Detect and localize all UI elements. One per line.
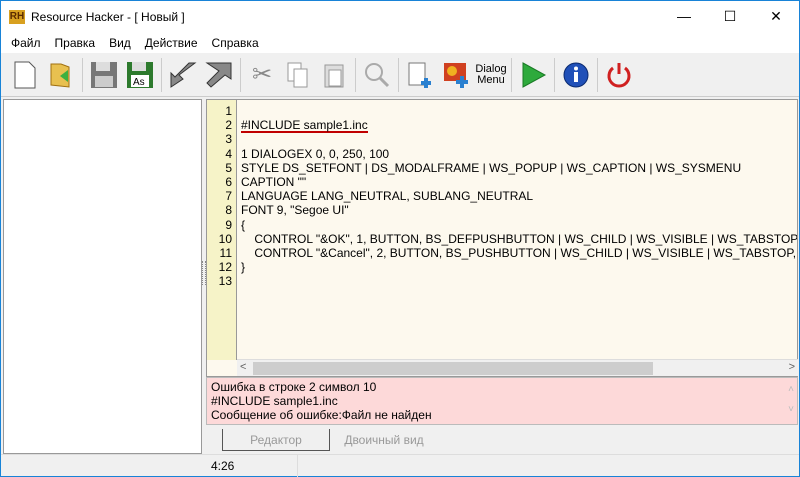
copy-icon[interactable]	[280, 57, 316, 93]
menu-edit[interactable]: Правка	[48, 36, 103, 50]
line-number: 9	[225, 217, 232, 232]
line-number-gutter: 1 2 3 4 5 6 7 8 9 10 11 12 13	[207, 100, 237, 360]
info-icon[interactable]	[558, 57, 594, 93]
code-line: FONT 9, "Segoe UI"	[241, 203, 797, 217]
menu-help[interactable]: Справка	[205, 36, 266, 50]
horizontal-scrollbar[interactable]: < >	[237, 359, 798, 376]
paste-icon[interactable]	[316, 57, 352, 93]
export-arrow-icon[interactable]	[201, 57, 237, 93]
code-line-text: FONT 9, "Segoe UI"	[241, 203, 349, 218]
menu-bar: Файл Правка Вид Действие Справка	[1, 33, 799, 53]
code-line-text: }	[241, 260, 246, 275]
error-source-line: #INCLUDE sample1.inc	[211, 394, 338, 408]
compile-run-icon[interactable]	[515, 57, 551, 93]
import-arrow-icon[interactable]	[165, 57, 201, 93]
scroll-left-icon[interactable]: <	[240, 361, 246, 373]
tab-editor[interactable]: Редактор	[222, 429, 330, 451]
line-number: 7	[225, 189, 232, 204]
minimize-button[interactable]: —	[661, 1, 707, 31]
code-line-text: {	[241, 217, 246, 232]
code-line-text: LANGUAGE LANG_NEUTRAL, SUBLANG_NEUTRAL	[241, 189, 534, 204]
scroll-right-icon[interactable]: >	[789, 361, 795, 373]
error-panel: Ошибка в строке 2 символ 10 #INCLUDE sam…	[206, 377, 798, 425]
code-line: CONTROL "&Cancel", 2, BUTTON, BS_PUSHBUT…	[241, 246, 797, 260]
close-button[interactable]: ✕	[753, 1, 799, 31]
code-line-text: CONTROL "&Cancel", 2, BUTTON, BS_PUSHBUT…	[241, 245, 797, 260]
add-blank-resource-icon[interactable]	[402, 57, 438, 93]
maximize-button[interactable]: ☐	[707, 1, 753, 31]
line-number: 8	[225, 203, 232, 218]
code-line: CONTROL "&OK", 1, BUTTON, BS_DEFPUSHBUTT…	[241, 232, 797, 246]
code-line-text: STYLE DS_SETFONT | DS_MODALFRAME | WS_PO…	[241, 160, 742, 175]
cursor-position: 4:26	[211, 459, 235, 473]
code-line: CAPTION ""	[241, 175, 797, 189]
line-number: 10	[218, 231, 232, 246]
code-editor[interactable]: 1 2 3 4 5 6 7 8 9 10 11 12 13 #INCLUDE sample1.inc 1 …	[206, 99, 798, 377]
tab-binary-view[interactable]: Двоичный вид	[336, 429, 432, 451]
error-underlined-text: #INCLUDE sample1.inc	[241, 118, 368, 134]
line-number: 6	[225, 175, 232, 190]
add-image-resource-icon[interactable]	[438, 57, 474, 93]
menu-view[interactable]: Вид	[102, 36, 138, 50]
title-bar: RH Resource Hacker - [ Новый ] — ☐ ✕	[1, 1, 799, 33]
code-line-text: 1 DIALOGEX 0, 0, 250, 100	[241, 146, 390, 161]
line-number: 12	[218, 260, 232, 275]
code-line: #INCLUDE sample1.inc	[241, 118, 797, 134]
code-line: 1 DIALOGEX 0, 0, 250, 100	[241, 147, 797, 161]
code-line: LANGUAGE LANG_NEUTRAL, SUBLANG_NEUTRAL	[241, 189, 797, 203]
line-number: 2	[225, 118, 232, 133]
cut-icon[interactable]: ✂	[244, 57, 280, 93]
code-line: {	[241, 218, 797, 232]
save-icon[interactable]	[86, 57, 122, 93]
line-number: 5	[225, 160, 232, 175]
line-number: 3	[225, 132, 232, 147]
add-dialog-menu-icon[interactable]: Dialog Menu	[474, 57, 508, 93]
menu-action[interactable]: Действие	[138, 36, 205, 50]
error-location: Ошибка в строке 2 символ 10	[211, 380, 377, 394]
window-title: Resource Hacker - [ Новый ]	[31, 10, 185, 24]
open-folder-icon[interactable]	[43, 57, 79, 93]
code-line-text: CONTROL "&OK", 1, BUTTON, BS_DEFPUSHBUTT…	[241, 231, 797, 246]
search-icon[interactable]	[359, 57, 395, 93]
line-number: 1	[225, 104, 232, 118]
line-number: 13	[218, 274, 232, 289]
view-tabs: Редактор Двоичный вид	[206, 427, 798, 453]
menu-file[interactable]: Файл	[4, 36, 48, 50]
code-line: STYLE DS_SETFONT | DS_MODALFRAME | WS_PO…	[241, 161, 797, 175]
resource-tree-pane[interactable]	[3, 99, 202, 454]
status-bar: 4:26	[1, 454, 799, 477]
power-exit-icon[interactable]	[601, 57, 637, 93]
vertical-scrollbar[interactable]: ˄ ˅	[788, 380, 794, 420]
line-number: 11	[219, 246, 232, 261]
line-number: 4	[225, 146, 232, 161]
code-line: }	[241, 260, 797, 274]
code-line-text: CAPTION ""	[241, 174, 307, 189]
toolbar: As ✂ Dialog Menu	[1, 53, 799, 97]
save-as-icon[interactable]: As	[122, 57, 158, 93]
app-logo-icon: RH	[9, 10, 25, 24]
code-text[interactable]: #INCLUDE sample1.inc 1 DIALOGEX 0, 0, 250…	[241, 104, 797, 288]
error-message: Сообщение об ошибке:Файл не найден	[211, 408, 432, 422]
new-file-icon[interactable]	[7, 57, 43, 93]
scrollbar-thumb[interactable]	[253, 362, 653, 375]
svg-text:As: As	[133, 77, 145, 88]
